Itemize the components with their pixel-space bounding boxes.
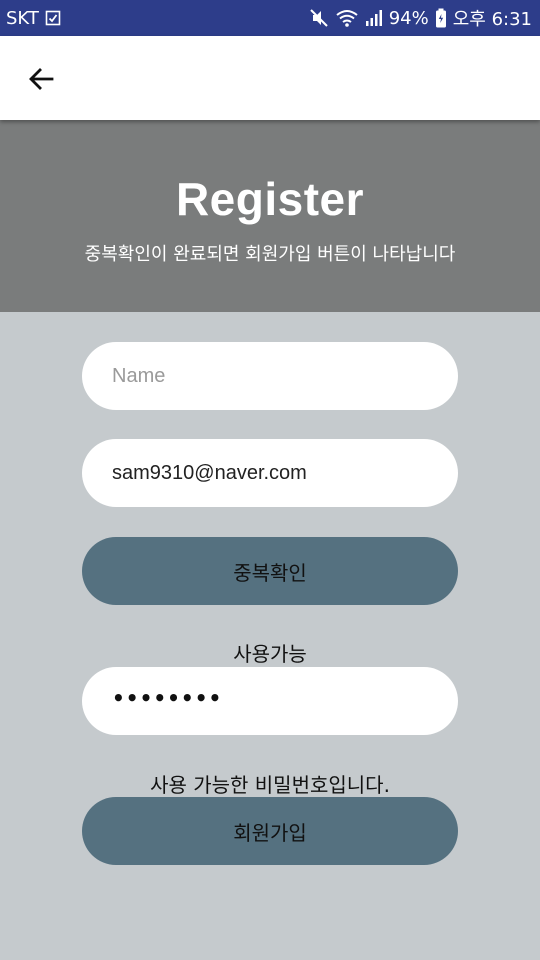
status-left: SKT <box>6 8 61 29</box>
page-title: Register <box>175 173 365 225</box>
page-subtitle: 중복확인이 완료되면 회원가입 버튼이 나타납니다 <box>84 244 456 265</box>
mute-icon <box>309 8 329 28</box>
register-button[interactable]: 회원가입 <box>82 797 458 865</box>
app-bar <box>0 36 540 120</box>
password-masked-value: •••••••• <box>112 686 223 710</box>
status-bar: SKT 94% 오후 6:31 <box>0 0 540 36</box>
back-button[interactable] <box>20 58 62 100</box>
carrier-label: SKT <box>6 7 39 29</box>
email-status-text: 사용가능 <box>233 642 307 666</box>
back-arrow-icon <box>29 68 54 90</box>
check-duplicate-label: 중복확인 <box>233 560 307 585</box>
clock: 오후 6:31 <box>452 9 532 30</box>
status-right: 94% 오후 6:31 <box>309 5 532 31</box>
battery-percent: 94% <box>388 7 429 29</box>
name-input[interactable] <box>82 342 458 410</box>
check-duplicate-button[interactable]: 중복확인 <box>82 537 458 605</box>
wifi-icon <box>335 8 359 28</box>
register-header: Register 중복확인이 완료되면 회원가입 버튼이 나타납니다 <box>0 120 540 312</box>
email-field[interactable]: sam9310@naver.com <box>82 439 458 507</box>
battery-icon <box>435 8 447 28</box>
password-status-text: 사용 가능한 비밀번호입니다. <box>150 773 390 797</box>
check-box-icon <box>45 10 61 26</box>
email-value: sam9310@naver.com <box>112 461 307 484</box>
signal-icon <box>365 9 383 27</box>
register-button-label: 회원가입 <box>233 820 307 845</box>
